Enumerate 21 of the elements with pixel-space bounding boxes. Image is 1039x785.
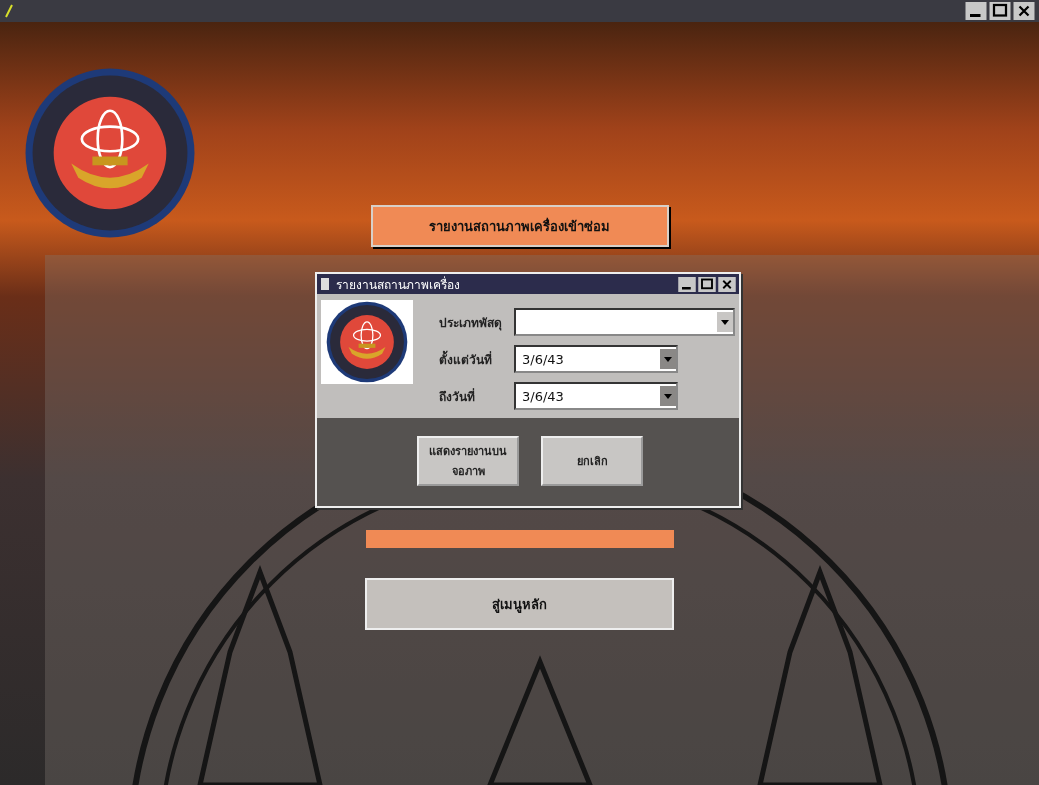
- date-field[interactable]: 3/6/43: [514, 345, 678, 373]
- dropdown-icon[interactable]: [660, 349, 676, 369]
- main-menu-button[interactable]: สู่เมนูหลัก: [365, 578, 674, 630]
- dialog-button[interactable]: ยกเลิก: [541, 436, 643, 486]
- close-icon[interactable]: [1013, 2, 1035, 20]
- maximize-icon[interactable]: [698, 276, 716, 292]
- field-label: ตั้งแต่วันที่: [438, 349, 493, 369]
- dropdown-icon[interactable]: [660, 386, 676, 406]
- minimize-icon[interactable]: [678, 276, 696, 292]
- dialog-button[interactable]: แสดงรายงานบน จอภาพ: [417, 436, 519, 486]
- dialog-title: รายงานสถานภาพเครื่อง: [336, 275, 461, 294]
- maximize-icon[interactable]: [989, 2, 1011, 20]
- minimize-icon[interactable]: [965, 2, 987, 20]
- field-label: ถึงวันที่: [438, 387, 476, 406]
- field-label: ประเภทพัสดุ: [438, 314, 502, 332]
- dropdown-icon[interactable]: [717, 312, 733, 332]
- date-field[interactable]: 3/6/43: [514, 382, 678, 410]
- combo-field[interactable]: [514, 308, 735, 336]
- pencil-icon: [4, 4, 14, 18]
- report-header-button[interactable]: รายงานสถานภาพเครื่องเข้าซ่อม: [370, 205, 669, 247]
- close-icon[interactable]: [718, 276, 736, 292]
